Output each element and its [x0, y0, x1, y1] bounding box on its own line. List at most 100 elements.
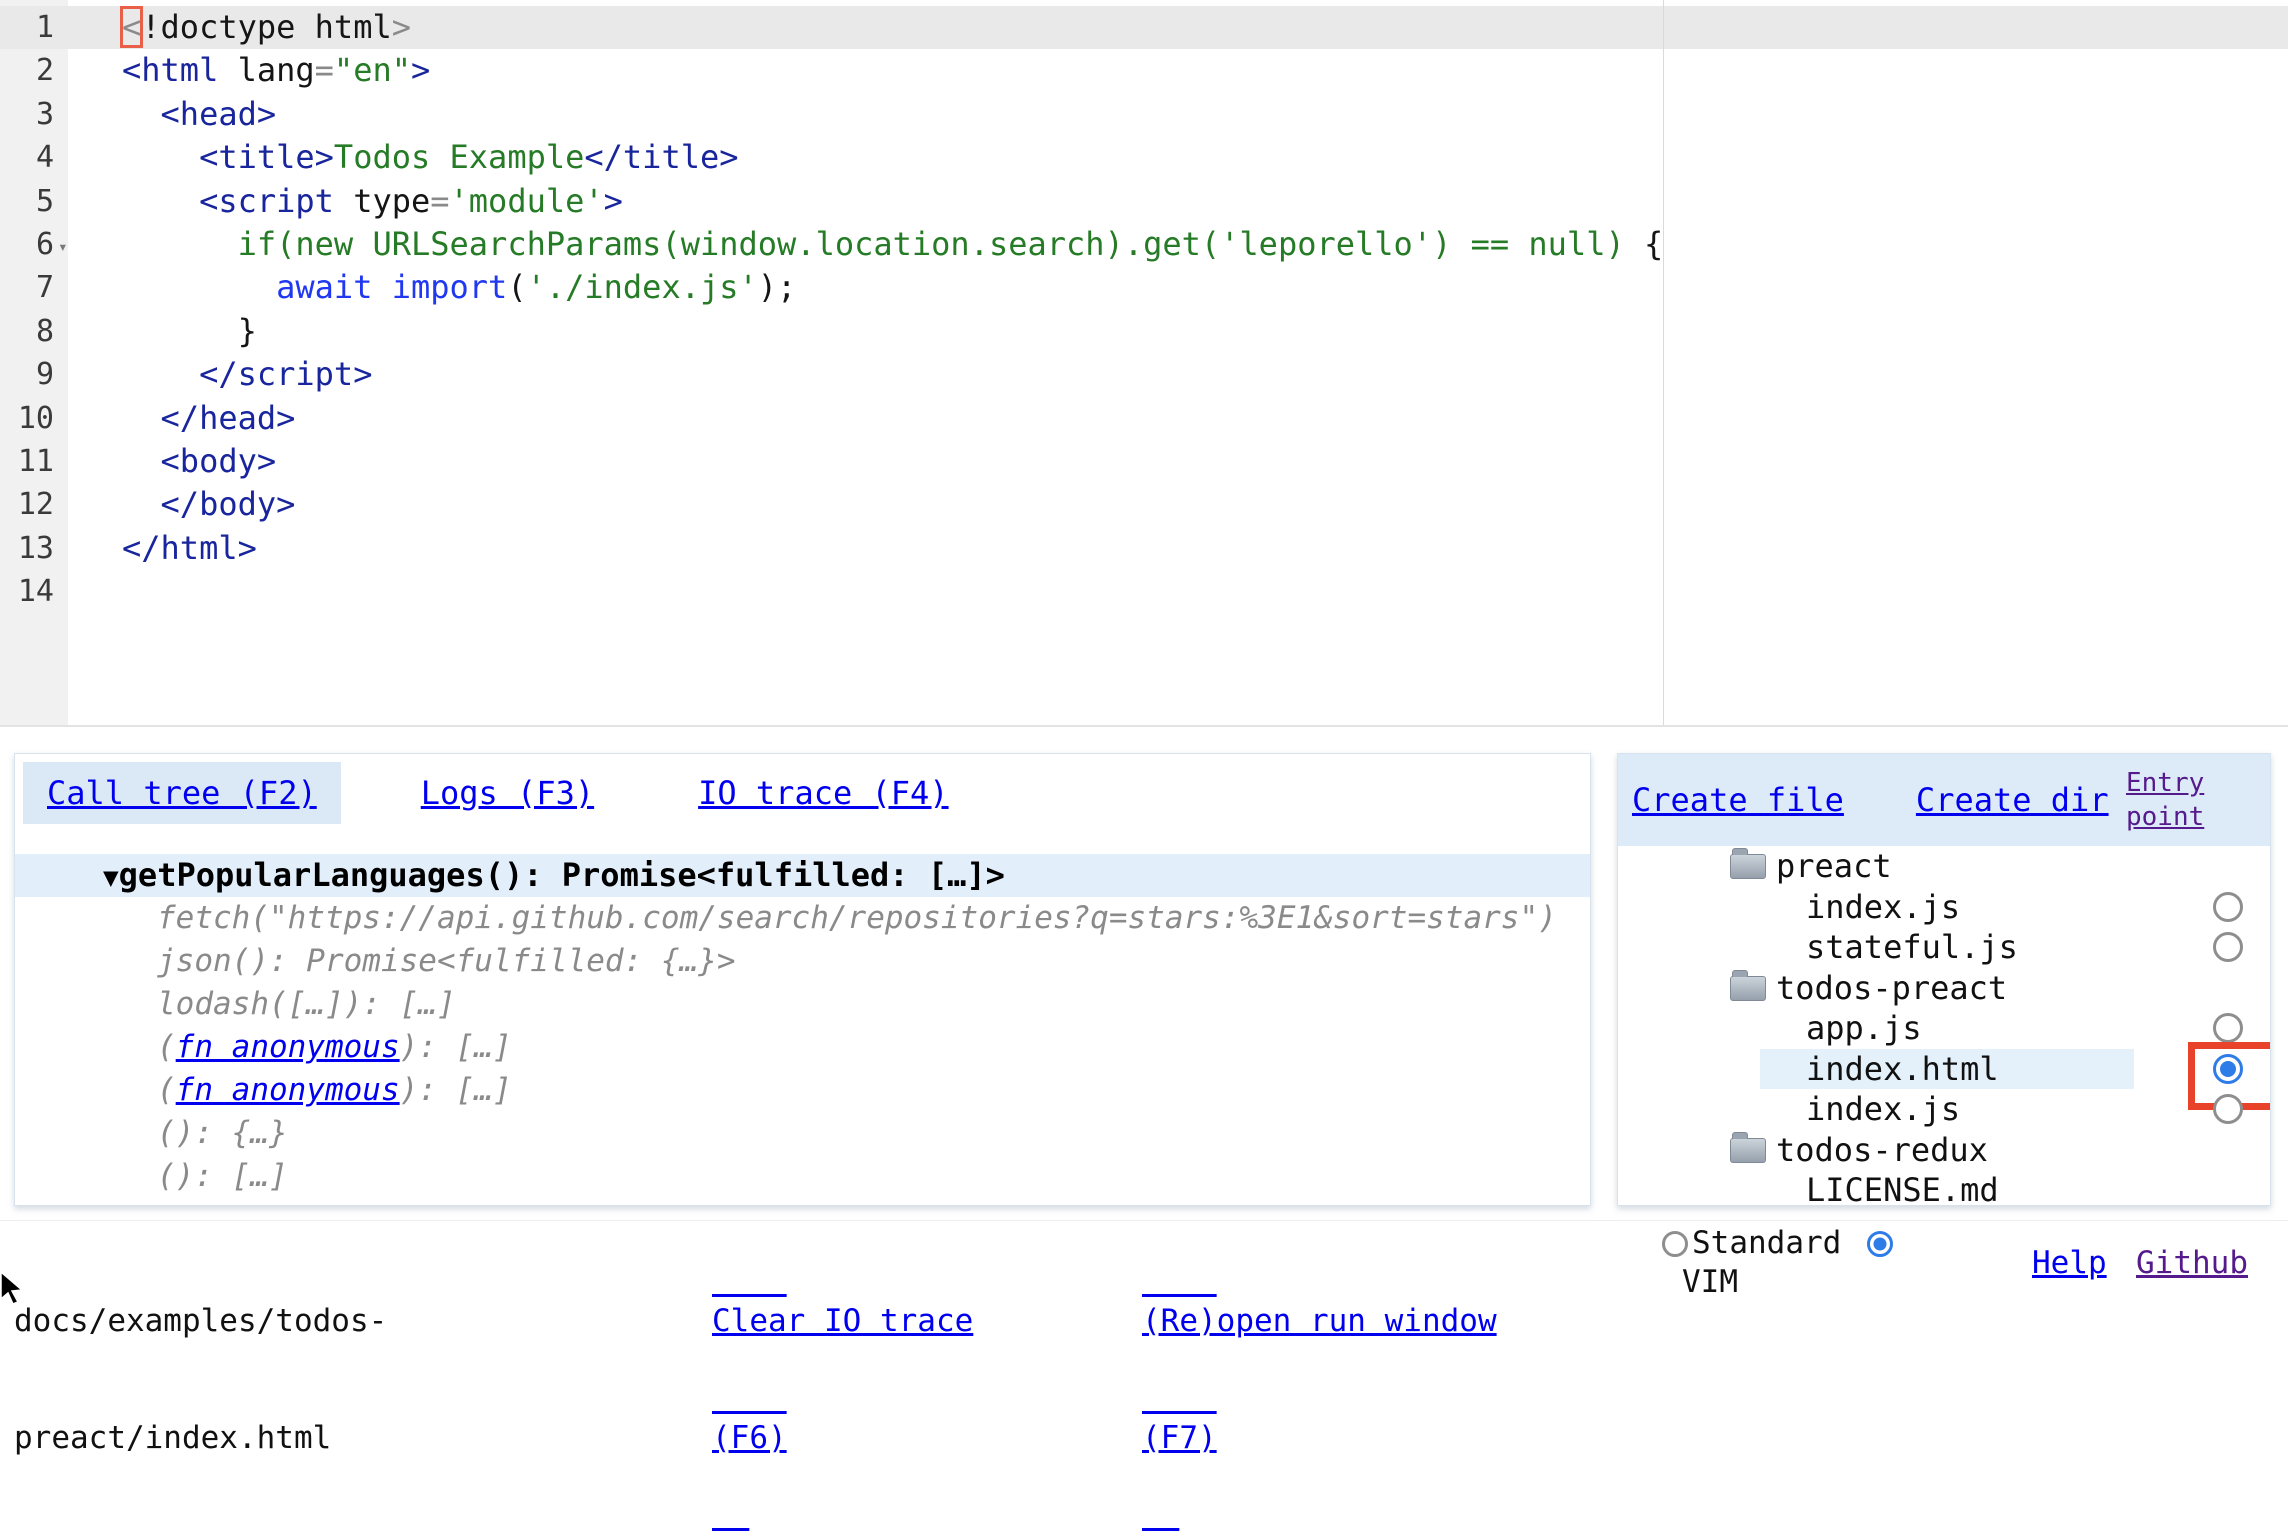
entry-point-radio[interactable]	[2213, 892, 2243, 922]
fold-toggle-icon[interactable]: ▾	[58, 225, 68, 268]
create-file-button[interactable]: Create file	[1632, 781, 1844, 819]
call-tree-row[interactable]: (fn anonymous): […]	[15, 1026, 1590, 1069]
code-line-14[interactable]: 14	[0, 570, 2288, 613]
code-line-13[interactable]: 13</html>	[0, 527, 2288, 570]
code-token: 'module'	[450, 182, 604, 220]
tab-logs-f3-link[interactable]: Logs (F3)	[421, 774, 594, 812]
folder-row-preact[interactable]: preact	[1618, 846, 2270, 887]
fn-anonymous-link[interactable]: fn anonymous	[176, 1029, 400, 1065]
call-tree-row[interactable]: fetch("https://api.github.com/search/rep…	[15, 897, 1590, 940]
code-line-11[interactable]: 11 <body>	[0, 440, 2288, 483]
vim-mode-radio[interactable]	[1867, 1231, 1893, 1257]
file-name: stateful.js	[1806, 928, 2018, 966]
file-row-index-js[interactable]: index.js	[1618, 887, 2270, 928]
code-line-7[interactable]: 7 await import('./index.js');	[0, 266, 2288, 309]
file-row-license-md[interactable]: LICENSE.md	[1618, 1170, 2270, 1206]
expand-triangle-icon[interactable]: ▼	[103, 863, 119, 893]
line-number: 9	[0, 353, 54, 396]
code-token: <head>	[161, 95, 277, 133]
code-line-8[interactable]: 8 }	[0, 310, 2288, 353]
code-token: </html>	[122, 529, 257, 567]
code-token	[122, 138, 199, 176]
code-line-10[interactable]: 10 </head>	[0, 397, 2288, 440]
code-token: }	[122, 312, 257, 350]
call-tree-row[interactable]: (fn anonymous): […]	[15, 1198, 1590, 1206]
code-line-2[interactable]: 2 <html lang="en">	[0, 49, 2288, 92]
code-token: <html	[122, 51, 218, 89]
line-text: if(new URLSearchParams(window.location.s…	[122, 223, 2288, 266]
call-tree-panel: Call tree (F2) Logs (F3) IO trace (F4) ▼ge…	[14, 753, 1591, 1206]
file-tree: preactindex.jsstateful.jstodos-preactapp…	[1618, 846, 2270, 1206]
line-text: </head>	[122, 397, 2288, 440]
code-line-4[interactable]: 4 <title>Todos Example</title>	[0, 136, 2288, 179]
help-link[interactable]: Help	[2032, 1245, 2107, 1281]
line-text: </html>	[122, 527, 2288, 570]
fn-anonymous-link[interactable]: fn anonymous	[176, 1072, 400, 1108]
panel-tabs: Call tree (F2) Logs (F3) IO trace (F4)	[15, 754, 1590, 824]
file-row-stateful-js[interactable]: stateful.js	[1618, 927, 2270, 968]
code-token: Todos Example	[334, 138, 584, 176]
code-token: );	[758, 268, 797, 306]
entry-point-radio[interactable]	[2213, 932, 2243, 962]
entry-point-radio[interactable]	[2213, 1054, 2243, 1084]
code-token	[122, 182, 199, 220]
code-token: "en"	[334, 51, 411, 89]
entry-point-radio-slot	[2212, 931, 2244, 963]
tab-call-tree-f2-link[interactable]: Call tree (F2)	[47, 774, 317, 812]
call-tree-row[interactable]: ▼getPopularLanguages(): Promise<fulfille…	[15, 854, 1590, 897]
github-link[interactable]: Github	[2136, 1245, 2248, 1281]
create-dir-button[interactable]: Create dir	[1916, 781, 2109, 819]
tab-logs-f3[interactable]: Logs (F3)	[397, 762, 618, 824]
tab-io-trace-f4[interactable]: IO trace (F4)	[674, 762, 972, 824]
tab-io-trace-f4-link[interactable]: IO trace (F4)	[698, 774, 948, 812]
file-row-index-html[interactable]: index.html	[1618, 1049, 2270, 1090]
code-token: await	[276, 268, 372, 306]
file-panel-header: Create file Create dir Entry point	[1618, 754, 2270, 846]
line-number: 2	[0, 49, 54, 92]
call-tree-row[interactable]: (): {…}	[15, 1112, 1590, 1155]
code-line-5[interactable]: 5 <script type='module'>	[0, 180, 2288, 223]
tab-call-tree-f2[interactable]: Call tree (F2)	[23, 762, 341, 824]
code-token	[122, 225, 238, 263]
code-token: <title>	[199, 138, 334, 176]
code-token: !doctype html	[141, 8, 391, 46]
folder-row-todos-redux[interactable]: todos-redux	[1618, 1130, 2270, 1171]
code-token: =	[430, 182, 449, 220]
clear-io-trace-button[interactable]: Clear IO trace (F6)	[712, 1224, 973, 1536]
code-line-1[interactable]: 1<!doctype html>	[0, 6, 2288, 49]
code-line-9[interactable]: 9 </script>	[0, 353, 2288, 396]
line-text: <html lang="en">	[122, 49, 2288, 92]
reopen-run-window-button[interactable]: (Re)open run window (F7)	[1142, 1224, 1497, 1536]
file-name: app.js	[1806, 1009, 1922, 1047]
call-text: (): {…}	[157, 1115, 288, 1151]
file-name: index.html	[1806, 1050, 1999, 1088]
entry-point-column-header[interactable]: Entry point	[2126, 766, 2254, 834]
entry-point-radio[interactable]	[2213, 1094, 2243, 1124]
file-name: index.js	[1806, 888, 1960, 926]
code-token	[122, 485, 161, 523]
entry-point-radio[interactable]	[2213, 1013, 2243, 1043]
folder-name: preact	[1776, 847, 1892, 885]
code-token	[122, 442, 161, 480]
status-bar: docs/examples/todos- preact/index.html C…	[0, 1220, 2288, 1302]
standard-mode-radio[interactable]	[1662, 1231, 1688, 1257]
call-text: (	[157, 1201, 176, 1206]
code-token: (	[507, 268, 526, 306]
file-row-app-js[interactable]: app.js	[1618, 1008, 2270, 1049]
line-number: 11	[0, 440, 54, 483]
code-editor[interactable]: 1<!doctype html>2 <html lang="en">3 <head…	[0, 0, 2288, 727]
file-row-index-js[interactable]: index.js	[1618, 1089, 2270, 1130]
editor-cursor: <	[122, 8, 141, 46]
code-line-3[interactable]: 3 <head>	[0, 93, 2288, 136]
call-tree-row[interactable]: lodash([…]): […]	[15, 983, 1590, 1026]
entry-point-marker	[2212, 1053, 2244, 1085]
line-text: <script type='module'>	[122, 180, 2288, 223]
fn-anonymous-link[interactable]: fn anonymous	[176, 1201, 400, 1206]
folder-row-todos-preact[interactable]: todos-preact	[1618, 968, 2270, 1009]
call-tree-row[interactable]: json(): Promise<fulfilled: {…}>	[15, 940, 1590, 983]
code-line-6[interactable]: 6▾ if(new URLSearchParams(window.locatio…	[0, 223, 2288, 266]
call-tree-row[interactable]: (fn anonymous): […]	[15, 1069, 1590, 1112]
code-token: import	[392, 268, 508, 306]
call-tree-row[interactable]: (): […]	[15, 1155, 1590, 1198]
code-line-12[interactable]: 12 </body>	[0, 483, 2288, 526]
